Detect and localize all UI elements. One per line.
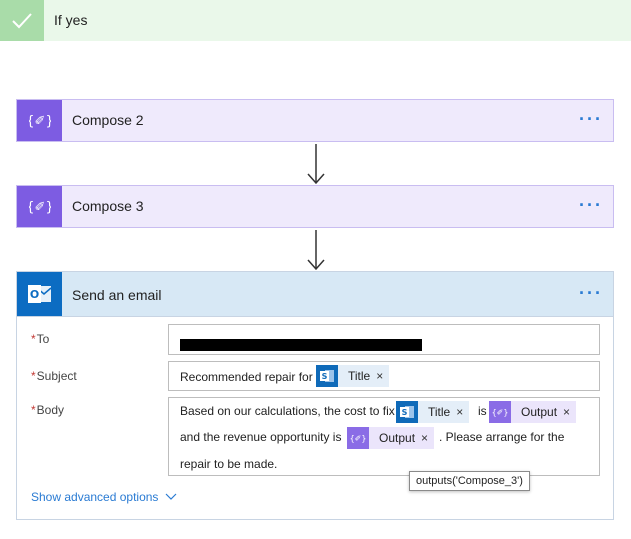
required-mark: * (31, 403, 36, 417)
subject-text: Recommended repair for (180, 370, 313, 384)
advanced-label: Show advanced options (31, 490, 159, 504)
arrow-down-icon (307, 230, 325, 270)
body-output-token-2[interactable]: {✐} Output × (347, 427, 435, 449)
body-label: *Body (31, 403, 64, 417)
body-text-is: is (478, 404, 487, 418)
remove-token-icon[interactable]: × (376, 369, 389, 383)
chevron-down-icon (165, 493, 177, 500)
compose-2-title: Compose 2 (72, 112, 144, 128)
svg-text:{✐}: {✐} (492, 408, 508, 417)
compose-icon: {✐} (17, 186, 62, 227)
more-options-icon[interactable]: ··· (579, 284, 603, 302)
token-label: Title (348, 369, 371, 383)
check-icon (0, 0, 44, 41)
svg-text:{✐}: {✐} (29, 114, 51, 129)
body-title-token[interactable]: S Title × (396, 401, 470, 423)
condition-branch-label: If yes (54, 12, 88, 28)
more-options-icon[interactable]: ··· (579, 196, 603, 214)
compose-3-card[interactable]: {✐} Compose 3 ··· (16, 185, 614, 228)
to-label-text: To (36, 332, 50, 346)
sharepoint-icon: S (316, 365, 338, 387)
redacted-recipient (180, 339, 422, 351)
arrow-down-icon (307, 144, 325, 184)
svg-text:S: S (322, 372, 328, 381)
condition-branch-header: If yes (0, 0, 631, 41)
expression-tooltip: outputs('Compose_3') (409, 471, 530, 491)
to-label: *To (31, 332, 49, 346)
remove-token-icon[interactable]: × (563, 405, 576, 419)
svg-text:{✐}: {✐} (29, 200, 51, 215)
compose-icon: {✐} (17, 100, 62, 141)
compose-2-card[interactable]: {✐} Compose 2 ··· (16, 99, 614, 142)
svg-text:{✐}: {✐} (350, 434, 366, 443)
compose-3-title: Compose 3 (72, 198, 144, 214)
token-label: Output (521, 405, 558, 419)
send-email-title: Send an email (72, 287, 162, 303)
required-mark: * (31, 369, 36, 383)
sharepoint-icon: S (396, 401, 418, 423)
remove-token-icon[interactable]: × (421, 431, 434, 445)
compose-icon: {✐} (489, 401, 511, 423)
subject-field[interactable]: Recommended repair for S Title × (168, 361, 600, 391)
send-email-header[interactable]: O Send an email ··· (17, 272, 613, 317)
body-text-line2: and the revenue opportunity is (180, 430, 342, 444)
token-label: Title (428, 405, 451, 419)
body-label-text: Body (36, 403, 65, 417)
svg-text:S: S (402, 408, 408, 417)
show-advanced-options-link[interactable]: Show advanced options (31, 490, 177, 504)
svg-text:O: O (29, 288, 38, 301)
body-output-token-1[interactable]: {✐} Output × (489, 401, 577, 423)
token-label: Output (379, 431, 416, 445)
outlook-icon: O (17, 272, 62, 316)
compose-icon: {✐} (347, 427, 369, 449)
required-mark: * (31, 332, 36, 346)
to-field[interactable] (168, 324, 600, 355)
body-text-line1: Based on our calculations, the cost to f… (180, 404, 395, 418)
subject-label: *Subject (31, 369, 77, 383)
more-options-icon[interactable]: ··· (579, 110, 603, 128)
remove-token-icon[interactable]: × (456, 405, 469, 419)
body-text-line3: repair to be made. (180, 457, 278, 471)
body-text-line2-end: . Please arrange for the (439, 430, 565, 444)
subject-label-text: Subject (36, 369, 77, 383)
subject-title-token[interactable]: S Title × (316, 365, 390, 387)
body-field[interactable]: Based on our calculations, the cost to f… (168, 397, 600, 476)
